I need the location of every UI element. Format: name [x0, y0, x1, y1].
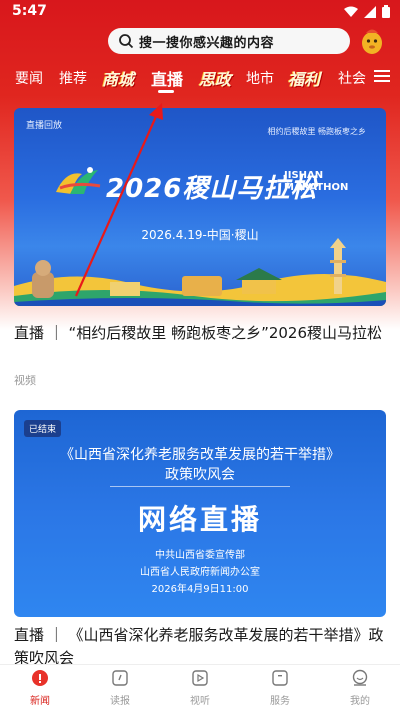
battery-icon — [382, 5, 390, 18]
policy-briefing-thumbnail[interactable]: 已结束 《山西省深化养老服务改革发展的若干举措》 政策吹风会 网络直播 中共山西… — [14, 410, 386, 617]
organizer-2: 山西省人民政府新闻办公室 — [140, 567, 260, 578]
tab-yaowen[interactable]: 要闻 — [15, 68, 43, 88]
marathon-tagline: 相约后稷故里 畅跑板枣之乡 — [267, 127, 366, 136]
tab-dishi[interactable]: 地市 — [246, 68, 274, 88]
tab-fuli[interactable]: 福利 — [288, 66, 320, 90]
tab-zhibo[interactable]: 直播 — [151, 66, 183, 90]
bottom-navigation: 新闻 读报 视听 服务 我的 — [0, 664, 400, 710]
signal-icon — [364, 5, 376, 18]
ended-badge: 已结束 — [24, 420, 62, 437]
nav-news-label: 新闻 — [30, 696, 50, 707]
search-icon — [119, 34, 134, 49]
marathon-headline[interactable]: 直播 ｜ “相约后稷故里 畅跑板枣之乡”2026稷山马拉松 — [14, 322, 386, 345]
landscape-illustration — [14, 238, 386, 306]
live-broadcast-title: 网络直播 — [137, 503, 262, 536]
nav-profile-label: 我的 — [350, 696, 370, 707]
nav-profile[interactable]: 我的 — [335, 669, 385, 708]
search-placeholder: 搜一搜你感兴趣的内容 — [139, 35, 275, 51]
services-icon — [272, 670, 288, 686]
profile-icon — [352, 669, 368, 686]
status-bar: 5:47 — [0, 0, 400, 24]
tab-tuijian[interactable]: 推荐 — [59, 68, 87, 88]
active-tab-indicator — [158, 90, 174, 93]
nav-newspaper[interactable]: 读报 — [95, 669, 145, 708]
tab-shehui[interactable]: 社会 — [338, 68, 366, 88]
nav-media[interactable]: 视听 — [175, 669, 225, 708]
nav-media-label: 视听 — [190, 696, 210, 707]
divider — [110, 486, 290, 487]
marathon-title-en: JISHAN MARATHON — [284, 170, 349, 193]
replay-badge: 直播回放 — [26, 121, 63, 131]
mascot-avatar-icon[interactable] — [360, 27, 384, 55]
nav-newspaper-label: 读报 — [110, 696, 130, 707]
menu-icon[interactable] — [374, 69, 390, 83]
tab-shangcheng[interactable]: 商城 — [102, 66, 134, 90]
marathon-video-thumbnail[interactable]: 直播回放 相约后稷故里 畅跑板枣之乡 2026稷山马拉松 JISHAN MARAT… — [14, 108, 386, 306]
wifi-icon — [344, 6, 358, 17]
nav-news[interactable]: 新闻 — [15, 669, 65, 708]
play-icon — [192, 670, 208, 686]
briefing-title-line2: 政策吹风会 — [165, 467, 235, 483]
news-icon — [32, 670, 48, 686]
briefing-title-line1: 《山西省深化养老服务改革发展的若干举措》 — [60, 447, 340, 463]
briefing-datetime: 2026年4月9日11:00 — [151, 584, 249, 595]
nav-services-label: 服务 — [270, 696, 290, 707]
tab-sizheng[interactable]: 思政 — [199, 66, 231, 90]
channel-tabs: 要闻 推荐 商城 直播 思政 地市 福利 社会 — [0, 64, 400, 94]
runner-logo-icon — [56, 167, 101, 194]
nav-services[interactable]: 服务 — [255, 669, 305, 708]
newspaper-icon — [112, 670, 128, 686]
search-bar[interactable]: 搜一搜你感兴趣的内容 — [108, 28, 350, 54]
organizer-1: 中共山西省委宣传部 — [155, 550, 245, 561]
marathon-meta: 视频 — [14, 374, 36, 387]
status-icons — [344, 5, 390, 18]
status-time: 5:47 — [12, 3, 47, 19]
